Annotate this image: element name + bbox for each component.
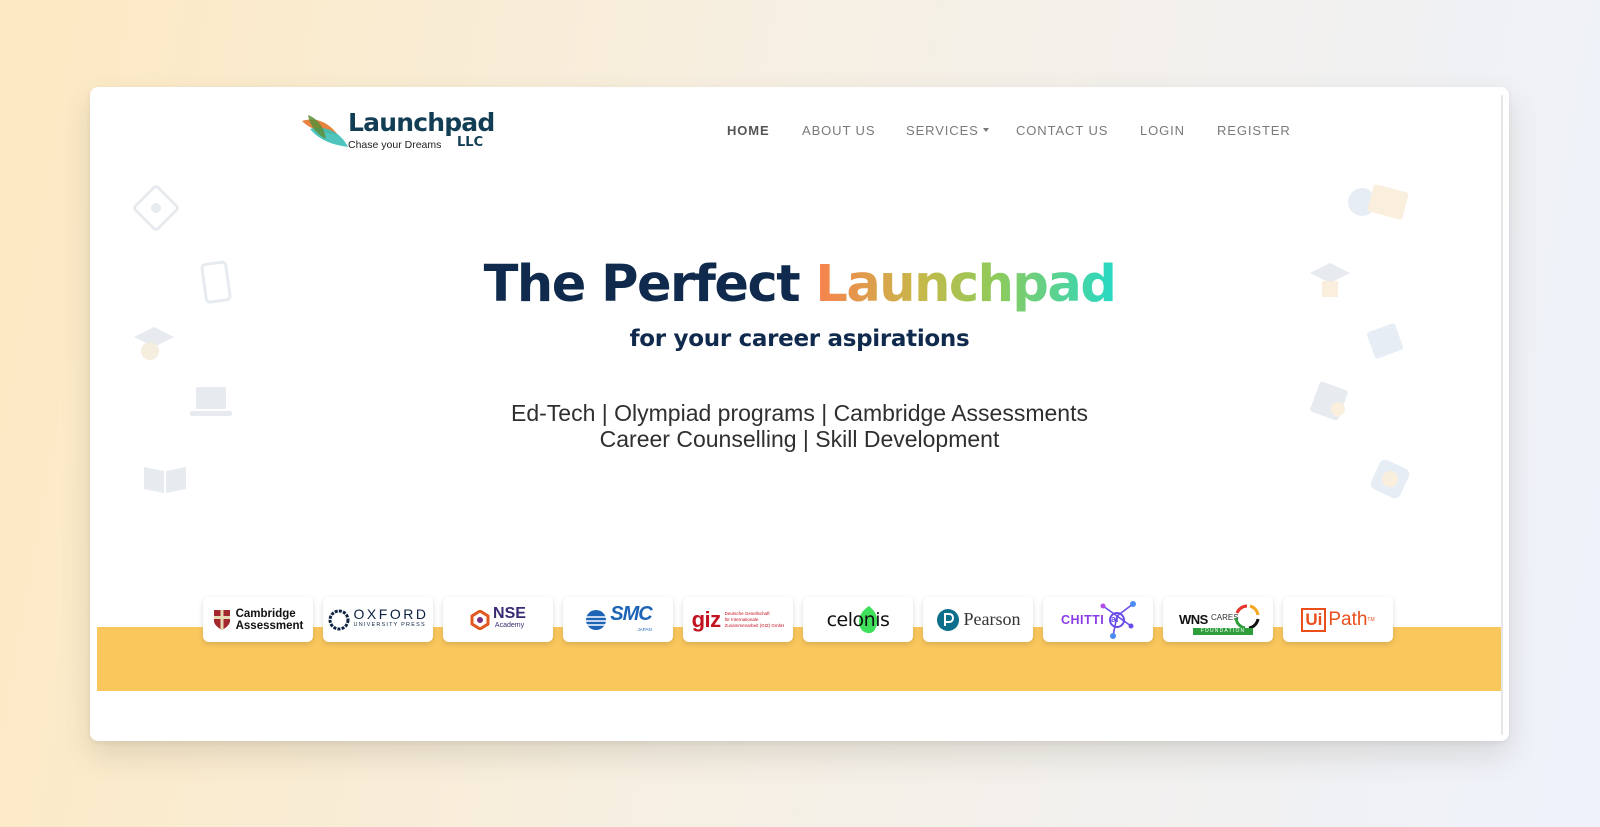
nse-wordmark: NSE Academy: [493, 604, 526, 632]
foundation-word: FOUNDATION: [1193, 627, 1253, 635]
ui-box: Ui: [1301, 607, 1327, 632]
certificate-stack-icon: [1348, 184, 1409, 220]
smc-globe-icon: [586, 609, 607, 630]
celonis-logo: celonis: [826, 605, 890, 633]
partner-pearson[interactable]: Pearson: [923, 597, 1033, 642]
cambridge-word: Cambridge: [235, 607, 296, 620]
oxford-wordmark: OXFORD UNIVERSITY PRESS: [353, 605, 429, 631]
main-nav: HOME ABOUT US SERVICES CONTACT US LOGIN …: [90, 123, 1509, 143]
partner-wns-cares-foundation[interactable]: WNS CARES FOUNDATION: [1163, 597, 1273, 642]
nse-logo-icon: [470, 609, 490, 630]
hero-subtitle: for your career aspirations: [629, 326, 970, 352]
partner-uipath[interactable]: Ui Path TM: [1283, 597, 1393, 642]
partner-giz[interactable]: giz Deutsche Gesellschaft für Internatio…: [683, 597, 793, 642]
partner-celonis[interactable]: celonis: [803, 597, 913, 642]
partner-nse-academy[interactable]: NSE Academy: [443, 597, 553, 642]
certificate-icon: [133, 185, 179, 231]
ai-word: ai: [1111, 613, 1119, 624]
nav-services[interactable]: SERVICES: [906, 123, 989, 138]
nav-register[interactable]: REGISTER: [1217, 123, 1291, 138]
pearson-word: Pearson: [963, 609, 1021, 629]
pearson-p-icon: [936, 608, 959, 631]
hero-title: The Perfect Launchpad: [90, 255, 1509, 315]
smc-wordmark: SMC JAPAN: [610, 603, 652, 635]
partner-oxford-university-press[interactable]: OXFORD UNIVERSITY PRESS: [323, 597, 433, 642]
trademark-mark: TM: [1367, 616, 1375, 623]
browser-window: Launchpad Chase your Dreams LLC HOME ABO…: [90, 87, 1509, 741]
giz-line-3: Zusammenarbeit (GIZ) GmbH: [724, 622, 785, 628]
nav-services-label: SERVICES: [906, 123, 979, 138]
path-word: Path: [1328, 608, 1368, 630]
chitti-logo: CHITTI ai: [1055, 600, 1141, 640]
giz-full-name: Deutsche Gesellschaft für Internationale…: [725, 611, 785, 629]
book-icon: [144, 467, 186, 493]
caret-down-icon: [982, 128, 989, 132]
hero-services-line: Ed-Tech | Olympiad programs | Cambridge …: [511, 400, 1088, 426]
nse-word: NSE: [493, 604, 526, 622]
nav-home[interactable]: HOME: [727, 123, 770, 138]
academy-word: Academy: [494, 621, 525, 629]
oxford-ring-icon: [328, 609, 350, 630]
nav-about-us[interactable]: ABOUT US: [802, 123, 875, 138]
wns-word: WNS: [1179, 611, 1208, 627]
hero-services-line-2: Career Counselling | Skill Development: [599, 426, 1000, 452]
lightbulb-icon: [1370, 459, 1410, 499]
smc-word: SMC: [610, 603, 652, 625]
oxford-word: OXFORD: [353, 605, 429, 622]
assessment-word: Assessment: [235, 619, 304, 632]
hero-title-main: The Perfect: [483, 255, 816, 314]
wns-circle-icon: [1234, 604, 1260, 629]
celonis-word: celonis: [826, 608, 890, 631]
nav-contact-us[interactable]: CONTACT US: [1016, 123, 1108, 138]
partner-chitti-ai[interactable]: CHITTI ai: [1043, 597, 1153, 642]
chitti-word: CHITTI: [1061, 612, 1105, 627]
japan-word: JAPAN: [637, 627, 652, 632]
cambridge-crest-icon: [213, 609, 230, 630]
nav-login[interactable]: LOGIN: [1140, 123, 1185, 138]
giz-word: giz: [691, 606, 722, 632]
university-press-word: UNIVERSITY PRESS: [353, 621, 426, 628]
wns-logo: WNS CARES FOUNDATION: [1175, 600, 1261, 640]
cambridge-wordmark: Cambridge Assessment: [236, 608, 304, 632]
partner-cambridge-assessment[interactable]: Cambridge Assessment: [203, 597, 313, 642]
hero-title-accent: Launchpad: [815, 255, 1117, 314]
partner-smc[interactable]: SMC JAPAN: [563, 597, 673, 642]
